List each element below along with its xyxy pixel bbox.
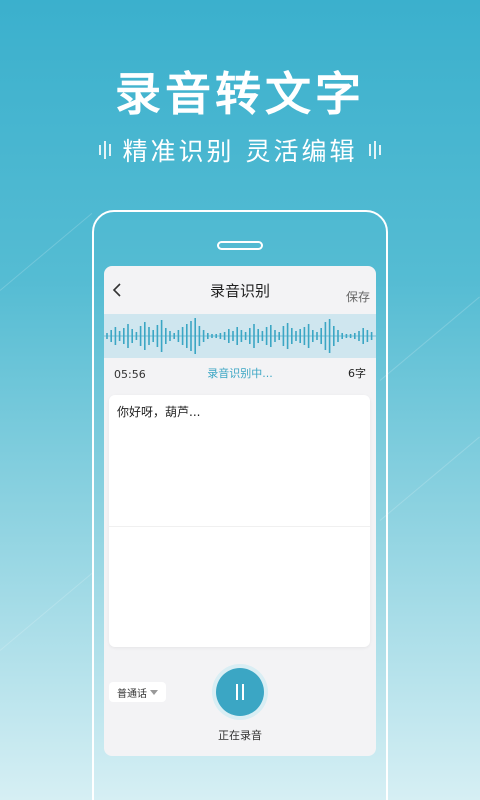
char-count: 6字 — [348, 367, 366, 380]
transcript-card[interactable]: 你好呀，葫芦... — [109, 395, 370, 647]
pause-icon — [236, 684, 244, 700]
phone-speaker — [217, 241, 263, 250]
hero-title: 录音转文字 — [115, 67, 365, 121]
hero-subtitle-row: 精准识别 灵活编辑 — [0, 132, 480, 168]
background-line — [0, 212, 93, 291]
chevron-left-icon[interactable] — [110, 282, 124, 298]
sound-bars-icon — [98, 141, 111, 159]
waveform — [104, 318, 376, 354]
recognizing-status: 录音识别中... — [207, 367, 273, 380]
nav-bar: 录音识别 保存 — [104, 266, 376, 314]
language-label: 普通话 — [117, 688, 147, 700]
divider — [109, 526, 370, 527]
background-line — [0, 572, 93, 651]
transcript-text[interactable]: 你好呀，葫芦... — [117, 403, 200, 420]
waveform-panel — [104, 314, 376, 358]
triangle-down-icon — [150, 689, 158, 695]
language-select[interactable]: 普通话 — [109, 682, 166, 702]
background-line — [379, 296, 480, 381]
record-pause-button[interactable] — [212, 664, 268, 720]
save-button[interactable]: 保存 — [346, 288, 370, 305]
page-title: 录音识别 — [209, 281, 270, 300]
sound-bars-icon — [369, 141, 382, 159]
status-row: 05:56 录音识别中... 6字 — [104, 358, 376, 388]
hero-subtitle: 精准识别 灵活编辑 — [122, 137, 358, 166]
app-screen: 录音识别 保存 05:56 录音识别中... 6字 你好呀，葫芦... 普通话 … — [104, 266, 376, 756]
background-line — [379, 436, 480, 521]
recording-status-label: 正在录音 — [218, 729, 262, 742]
record-button-core[interactable] — [216, 668, 264, 716]
